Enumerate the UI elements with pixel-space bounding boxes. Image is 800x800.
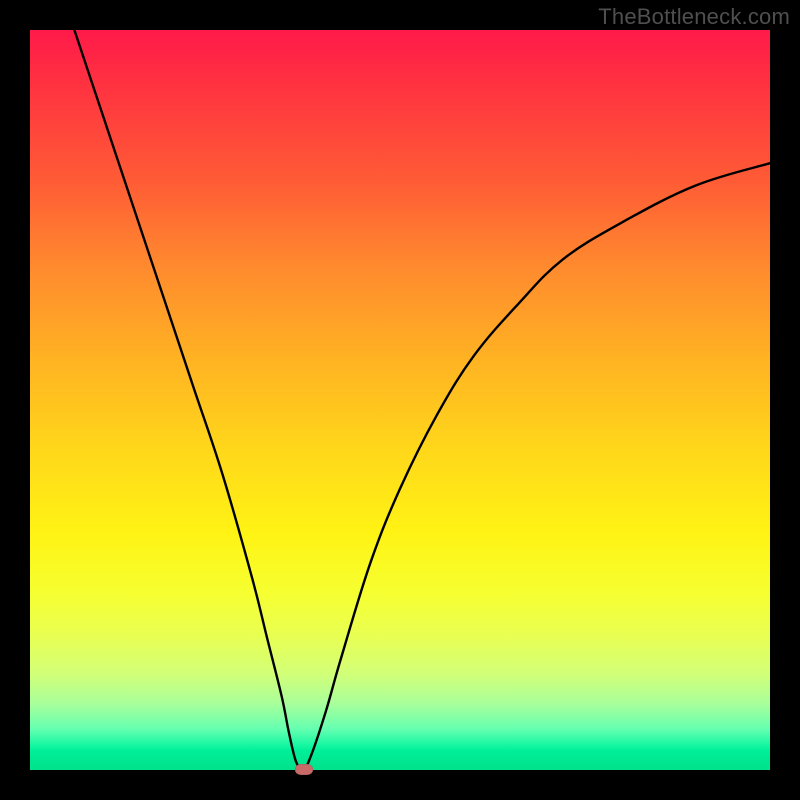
watermark-label: TheBottleneck.com — [598, 4, 790, 30]
curve-path — [74, 30, 770, 769]
plot-area — [30, 30, 770, 770]
min-marker — [295, 764, 313, 775]
bottleneck-curve — [30, 30, 770, 770]
chart-frame: TheBottleneck.com — [0, 0, 800, 800]
